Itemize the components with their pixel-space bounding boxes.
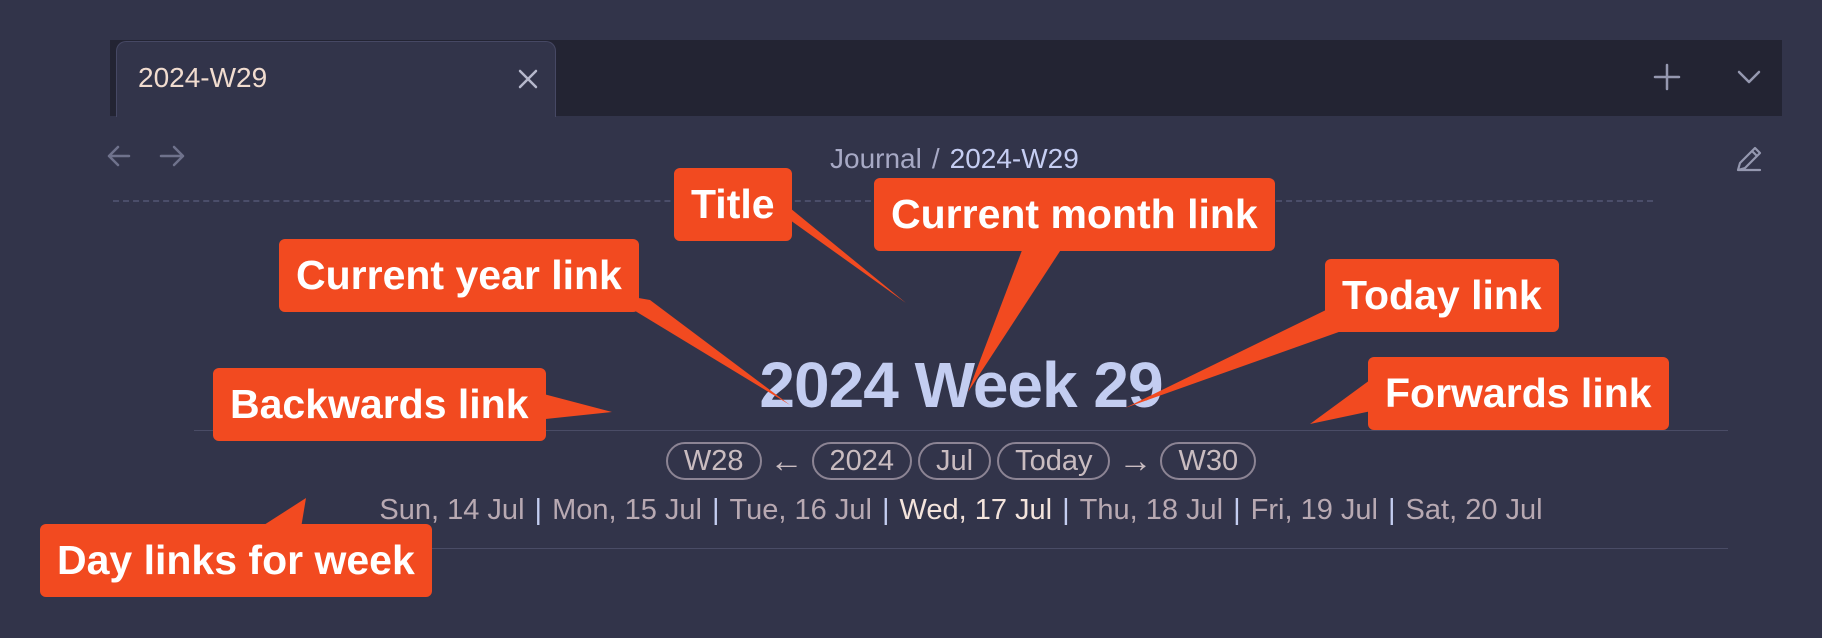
today-callout-pointer [1125, 308, 1350, 408]
backwards-callout-pointer [536, 392, 612, 420]
callout-current-month: Current month link [874, 178, 1275, 251]
callout-current-year: Current year link [279, 239, 639, 312]
callout-title: Title [674, 168, 792, 241]
callout-today: Today link [1325, 259, 1559, 332]
callout-day-links: Day links for week [40, 524, 432, 597]
forwards-callout-pointer [1310, 380, 1376, 424]
month-callout-pointer [968, 245, 1064, 392]
callout-backwards: Backwards link [213, 368, 546, 441]
callout-forwards: Forwards link [1368, 357, 1669, 430]
